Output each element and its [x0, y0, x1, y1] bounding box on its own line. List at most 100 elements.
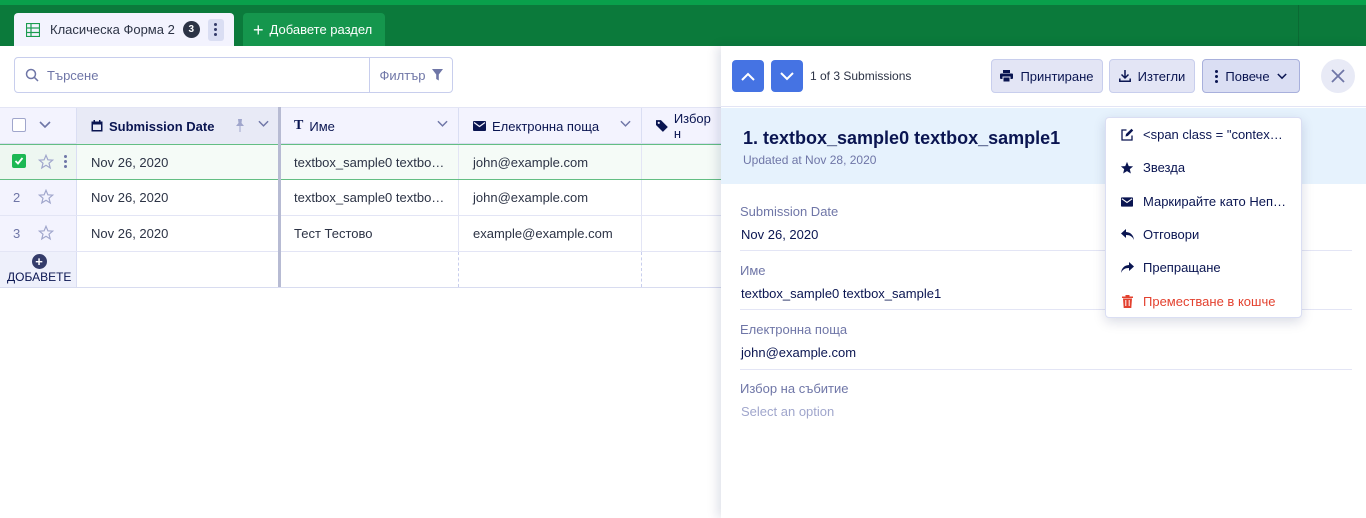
reply-icon [1120, 228, 1134, 242]
field-label: Избор на събитие [740, 381, 849, 396]
field-value: Nov 26, 2020 [741, 227, 819, 242]
cell-email[interactable]: john@example.com [459, 180, 642, 215]
cell-name[interactable]: textbox_sample0 textbo… [280, 180, 459, 215]
cell-email[interactable]: example@example.com [459, 216, 642, 251]
plus-circle-icon: + [31, 254, 47, 269]
trash-icon [1120, 295, 1134, 309]
chevron-down-icon [780, 71, 794, 80]
divider [458, 252, 459, 287]
add-submission-button[interactable]: + ДОБАВЕТЕ [7, 254, 71, 284]
row-number: 2 [13, 190, 21, 205]
cell-date[interactable]: Nov 26, 2020 [77, 180, 280, 215]
tag-icon [656, 120, 668, 132]
row-checkbox[interactable] [12, 154, 26, 168]
field-label: Име [740, 263, 766, 278]
download-icon [1118, 70, 1131, 82]
previous-submission-button[interactable] [732, 60, 764, 92]
chevron-down-icon[interactable] [620, 120, 631, 128]
download-label: Изтегли [1137, 68, 1186, 84]
next-submission-button[interactable] [771, 60, 803, 92]
filter-icon [431, 69, 443, 81]
cell-name[interactable]: Тест Тестово [280, 216, 459, 251]
panel-header: 1 of 3 Submissions Принтиране Изтегли По… [721, 46, 1366, 107]
filter-button[interactable]: Филтър [369, 57, 453, 93]
printer-icon [1000, 70, 1014, 82]
row-number: 3 [13, 226, 21, 241]
add-section-label: Добавете раздел [269, 22, 373, 37]
cell-event-choice[interactable] [642, 145, 721, 179]
add-row-controls: + ДОБАВЕТЕ [0, 252, 77, 287]
cell-date[interactable]: Nov 26, 2020 [77, 216, 280, 251]
cell-name[interactable]: textbox_sample0 textbo… [280, 145, 459, 179]
divider [641, 252, 642, 287]
search-input[interactable]: Търсене [14, 57, 370, 93]
table-header: Submission Date T Име Електронна поща Из… [0, 107, 721, 144]
table-row[interactable]: 3 Nov 26, 2020 Тест Тестово example@exam… [0, 216, 721, 252]
menu-item-label: Звезда [1143, 160, 1186, 175]
column-submission-date[interactable]: Submission Date [77, 108, 280, 144]
chevron-down-icon[interactable] [258, 120, 269, 128]
table-row[interactable]: 2 Nov 26, 2020 textbox_sample0 textbo… j… [0, 180, 721, 216]
submission-title: 1. textbox_sample0 textbox_sample1 [743, 128, 1061, 148]
select-all-checkbox[interactable] [12, 118, 26, 132]
row-controls: 3 [0, 216, 77, 251]
submission-updated: Updated at Nov 28, 2020 [743, 153, 877, 167]
menu-item-star[interactable]: Звезда [1106, 151, 1301, 184]
submissions-table: Submission Date T Име Електронна поща Из… [0, 107, 721, 288]
menu-item-trash[interactable]: Преместване в кошче [1106, 285, 1301, 318]
table-row[interactable]: Nov 26, 2020 textbox_sample0 textbo… joh… [0, 144, 721, 180]
column-event-choice[interactable]: Избор н [642, 108, 721, 144]
chevron-down-icon [1276, 72, 1287, 79]
add-section-button[interactable]: + Добавете раздел [243, 13, 385, 46]
pinned-column-divider[interactable] [278, 107, 281, 287]
field-email: Електронна поща john@example.com [740, 322, 1352, 370]
header-select-all[interactable] [0, 108, 77, 144]
menu-item-edit[interactable]: <span class = "contex… [1106, 118, 1301, 151]
edit-icon [1120, 128, 1134, 142]
star-outline-icon[interactable] [38, 225, 54, 241]
tab-classic-form[interactable]: Класическа Форма 2 3 [14, 13, 234, 46]
column-name[interactable]: T Име [280, 108, 459, 144]
menu-item-label: Преместване в кошче [1143, 294, 1276, 309]
chevron-down-icon[interactable] [39, 121, 51, 129]
tab-count-badge: 3 [182, 21, 200, 38]
star-outline-icon[interactable] [38, 154, 54, 170]
cell-event-choice[interactable] [642, 180, 721, 215]
star-outline-icon[interactable] [38, 189, 54, 205]
column-label: Електронна поща [492, 118, 600, 134]
menu-item-mark-unread[interactable]: Маркирайте като Неп… [1106, 185, 1301, 218]
more-dots-icon [1215, 69, 1219, 83]
tab-options-icon[interactable] [207, 18, 224, 41]
download-button[interactable]: Изтегли [1109, 59, 1195, 93]
field-event-choice[interactable]: Избор на събитие Select an option [740, 381, 1352, 429]
chevron-down-icon[interactable] [437, 120, 448, 128]
cell-date[interactable]: Nov 26, 2020 [77, 145, 280, 179]
menu-item-reply[interactable]: Отговори [1106, 218, 1301, 251]
field-label: Submission Date [740, 204, 839, 219]
pin-icon[interactable] [234, 119, 246, 132]
search-placeholder: Търсене [47, 67, 99, 83]
add-row: + ДОБАВЕТЕ [0, 252, 721, 288]
top-separator [1298, 5, 1299, 46]
top-stripe [0, 0, 1366, 5]
column-email[interactable]: Електронна поща [459, 108, 642, 144]
more-button[interactable]: Повече [1202, 59, 1300, 93]
menu-item-forward[interactable]: Препращане [1106, 251, 1301, 284]
add-label: ДОБАВЕТЕ [7, 270, 72, 284]
forward-icon [1120, 261, 1134, 275]
plus-icon: + [253, 19, 264, 40]
row-options-icon[interactable] [64, 155, 68, 168]
field-value: textbox_sample0 textbox_sample1 [741, 286, 942, 301]
event-choice-select[interactable]: Select an option [741, 404, 834, 419]
star-icon [1120, 161, 1134, 175]
mail-icon [1120, 195, 1134, 209]
check-icon [14, 157, 24, 165]
close-panel-button[interactable] [1321, 59, 1355, 93]
cell-email[interactable]: john@example.com [459, 145, 642, 179]
filter-label: Филтър [379, 67, 426, 83]
cell-event-choice[interactable] [642, 216, 721, 251]
menu-item-label: Отговори [1143, 227, 1200, 242]
column-label: Име [309, 118, 335, 134]
print-button[interactable]: Принтиране [991, 59, 1103, 93]
tab-label: Класическа Форма 2 [50, 22, 175, 37]
